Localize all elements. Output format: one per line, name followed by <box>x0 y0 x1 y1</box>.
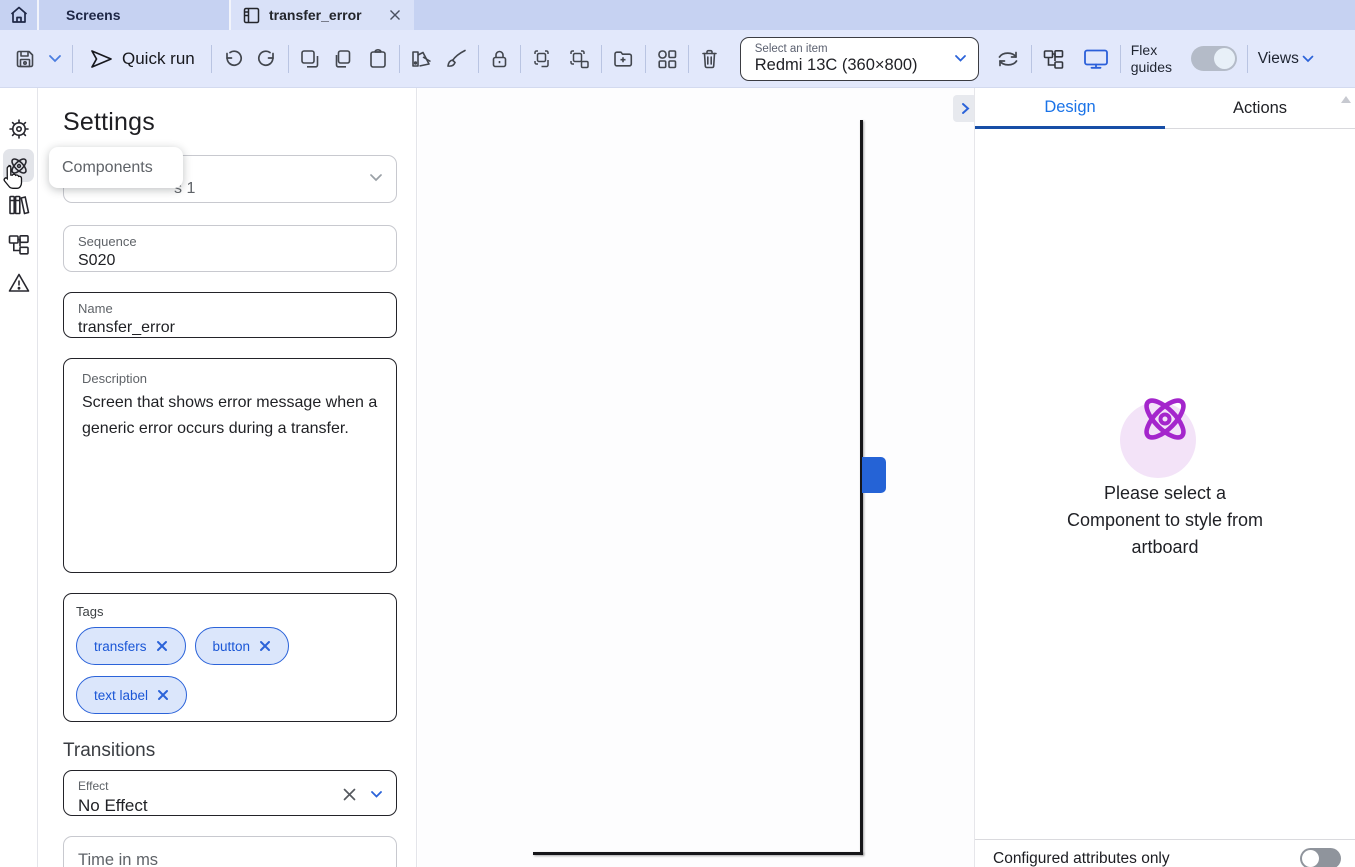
canvas[interactable] <box>418 88 974 867</box>
tags-chip-list: transfers button text label <box>76 627 386 720</box>
components-tooltip-label: Components <box>62 159 153 177</box>
artboard-bottom-edge <box>533 852 863 855</box>
tag-chip[interactable]: text label <box>76 676 187 714</box>
home-icon <box>8 4 30 26</box>
artboard-resize-handle[interactable] <box>862 457 886 493</box>
tags-label: Tags <box>76 604 386 619</box>
name-field[interactable]: Name transfer_error <box>63 292 397 338</box>
add-frame-icon[interactable] <box>612 48 635 70</box>
name-label: Name <box>78 301 382 316</box>
configured-attributes-toggle[interactable] <box>1300 848 1341 867</box>
screen-file-icon <box>243 7 260 24</box>
trash-icon[interactable] <box>699 48 720 70</box>
right-panel: Design Actions Please select a Component… <box>974 88 1355 867</box>
description-field[interactable]: Description Screen that shows error mess… <box>63 358 397 573</box>
duplicate-icon[interactable] <box>333 48 355 70</box>
toolbar: Quick run <box>0 30 1355 88</box>
time-label: Time in ms <box>78 851 382 867</box>
tab-screens[interactable]: Screens <box>39 0 231 30</box>
device-selector-label: Select an item <box>755 43 966 55</box>
configured-attributes-label: Configured attributes only <box>993 850 1170 867</box>
tab-actions-label: Actions <box>1233 99 1287 118</box>
tag-chip-label: text label <box>94 688 148 703</box>
hierarchy-icon[interactable] <box>1042 48 1066 70</box>
chevron-down-icon[interactable] <box>370 790 383 799</box>
views-button[interactable]: Views <box>1258 50 1314 68</box>
save-icon[interactable] <box>14 48 36 70</box>
tab-bar: Screens transfer_error <box>0 0 1355 30</box>
chevron-down-icon <box>954 54 967 63</box>
views-label: Views <box>1258 50 1299 68</box>
monitor-icon[interactable] <box>1082 47 1110 71</box>
flex-guides-toggle[interactable] <box>1191 46 1237 71</box>
transitions-heading: Transitions <box>63 740 155 762</box>
components-tooltip: Components <box>49 147 183 188</box>
theme-icon[interactable] <box>410 48 433 70</box>
atom-icon[interactable] <box>7 154 31 178</box>
device-selector-value: Redmi 13C (360×800) <box>755 56 966 75</box>
home-tab[interactable] <box>0 0 39 30</box>
close-icon[interactable] <box>157 689 169 701</box>
empty-state: Please select a Component to style from … <box>975 388 1355 561</box>
sequence-value: S020 <box>78 252 382 270</box>
tag-chip-label: transfers <box>94 639 147 654</box>
paste-icon[interactable] <box>367 48 389 70</box>
left-rail <box>0 88 38 867</box>
sequence-label: Sequence <box>78 234 382 249</box>
settings-panel: Settings s 1 Components Sequence S020 Na… <box>39 88 417 867</box>
tag-chip[interactable]: transfers <box>76 627 186 665</box>
clear-icon[interactable] <box>342 787 357 802</box>
save-chevron-down-icon[interactable] <box>48 54 62 63</box>
tab-design[interactable]: Design <box>975 88 1165 129</box>
close-icon[interactable] <box>156 640 168 652</box>
close-icon[interactable] <box>259 640 271 652</box>
effect-value: No Effect <box>78 796 382 816</box>
close-icon[interactable] <box>388 8 402 22</box>
quick-run-button[interactable]: Quick run <box>89 48 195 70</box>
time-field[interactable]: Time in ms <box>63 836 397 867</box>
effect-label: Effect <box>78 779 382 793</box>
chevron-down-icon <box>369 173 383 182</box>
refresh-icon[interactable] <box>995 48 1021 70</box>
quick-run-label: Quick run <box>122 49 195 69</box>
sequence-field[interactable]: Sequence S020 <box>63 225 397 272</box>
undo-icon[interactable] <box>222 48 244 70</box>
empty-state-text: Please select a Component to style from … <box>1067 480 1263 561</box>
brush-icon[interactable] <box>445 48 468 70</box>
flex-guides-label: Flex guides <box>1131 42 1181 76</box>
library-icon[interactable] <box>7 193 31 217</box>
tags-field[interactable]: Tags transfers button text label <box>63 593 397 722</box>
effect-field[interactable]: Effect No Effect <box>63 770 397 816</box>
device-selector[interactable]: Select an item Redmi 13C (360×800) <box>740 37 979 81</box>
right-panel-tabs: Design Actions <box>975 88 1355 129</box>
lock-icon[interactable] <box>489 48 510 70</box>
chevron-right-icon <box>961 102 970 115</box>
description-label: Description <box>82 371 378 386</box>
name-value: transfer_error <box>78 319 382 337</box>
description-value: Screen that shows error message when a g… <box>82 390 378 442</box>
group-icon[interactable] <box>531 48 555 70</box>
quick-run-icon <box>89 48 114 70</box>
redo-icon[interactable] <box>256 48 278 70</box>
tab-actions[interactable]: Actions <box>1165 88 1355 129</box>
tab-transfer-error-label: transfer_error <box>269 7 362 23</box>
gear-icon[interactable] <box>7 117 31 141</box>
tag-chip[interactable]: button <box>195 627 290 665</box>
components-grid-icon[interactable] <box>656 48 678 70</box>
chevron-down-icon <box>1302 55 1314 63</box>
screens-tree-icon[interactable] <box>7 232 31 256</box>
tag-chip-label: button <box>213 639 251 654</box>
ungroup-icon[interactable] <box>567 48 591 70</box>
warning-icon[interactable] <box>7 271 31 295</box>
tab-transfer-error[interactable]: transfer_error <box>231 0 414 30</box>
settings-title: Settings <box>63 108 155 137</box>
atom-icon <box>1134 388 1196 450</box>
tab-design-label: Design <box>1044 98 1095 117</box>
copy-icon[interactable] <box>299 48 321 70</box>
tab-screens-label: Screens <box>66 7 120 23</box>
right-panel-footer: Configured attributes only <box>975 839 1355 867</box>
